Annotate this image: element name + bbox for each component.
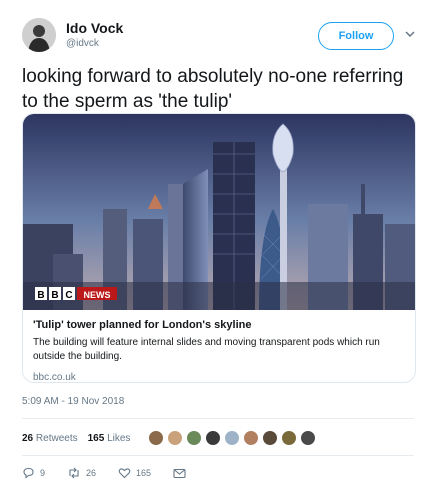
tweet-timestamp[interactable]: 5:09 AM - 19 Nov 2018 bbox=[22, 396, 124, 407]
like-button[interactable]: 165 bbox=[118, 467, 151, 479]
liker-avatar[interactable] bbox=[224, 430, 241, 446]
liker-avatar[interactable] bbox=[167, 430, 184, 446]
likes-count: 165 bbox=[87, 432, 105, 444]
user-handle[interactable]: @idvck bbox=[66, 38, 99, 49]
avatar[interactable] bbox=[22, 18, 56, 52]
tweet-actions: 9 26 165 bbox=[22, 465, 213, 481]
likes-label: Likes bbox=[107, 432, 131, 444]
like-count: 165 bbox=[136, 468, 152, 478]
divider bbox=[22, 455, 414, 456]
retweets-stat[interactable]: 26 Retweets bbox=[22, 433, 78, 444]
envelope-icon bbox=[173, 468, 186, 478]
svg-text:C: C bbox=[65, 290, 72, 301]
retweet-button[interactable]: 26 bbox=[67, 467, 96, 479]
display-name[interactable]: Ido Vock bbox=[66, 20, 123, 36]
reply-count: 9 bbox=[40, 468, 46, 478]
tweet-text: looking forward to absolutely no-one ref… bbox=[22, 66, 404, 112]
reply-icon bbox=[23, 467, 34, 479]
retweet-count: 26 bbox=[86, 468, 97, 478]
card-domain: bbc.co.uk bbox=[33, 372, 76, 383]
svg-text:B: B bbox=[51, 290, 58, 301]
liker-avatar[interactable] bbox=[243, 430, 260, 446]
card-title[interactable]: 'Tulip' tower planned for London's skyli… bbox=[33, 319, 407, 331]
svg-text:NEWS: NEWS bbox=[84, 290, 111, 300]
follow-button[interactable]: Follow bbox=[318, 22, 394, 50]
card-body: 'Tulip' tower planned for London's skyli… bbox=[23, 310, 415, 383]
liker-avatar[interactable] bbox=[262, 430, 279, 446]
liker-avatar[interactable] bbox=[148, 430, 165, 446]
link-card[interactable]: B B C NEWS 'Tulip' tower planned for Lon… bbox=[22, 113, 416, 383]
svg-text:B: B bbox=[37, 290, 44, 301]
tweet-header: Ido Vock @idvck Follow bbox=[22, 16, 416, 56]
retweets-label: Retweets bbox=[35, 432, 78, 444]
liker-avatar[interactable] bbox=[281, 430, 298, 446]
reply-button[interactable]: 9 bbox=[22, 467, 45, 479]
tweet-stats: 26 Retweets 165 Likes bbox=[22, 428, 319, 448]
likes-stat[interactable]: 165 Likes bbox=[88, 433, 131, 444]
liker-avatars bbox=[148, 430, 319, 446]
retweet-icon bbox=[69, 467, 79, 479]
liker-avatar[interactable] bbox=[205, 430, 222, 446]
liker-avatar[interactable] bbox=[186, 430, 203, 446]
chevron-down-icon[interactable] bbox=[404, 28, 416, 40]
retweets-count: 26 bbox=[22, 432, 34, 444]
card-description: The building will feature internal slide… bbox=[33, 337, 380, 362]
direct-message-button[interactable] bbox=[173, 468, 191, 479]
heart-icon bbox=[118, 468, 131, 479]
liker-avatar[interactable] bbox=[300, 430, 317, 446]
article-image: B B C NEWS bbox=[23, 114, 415, 310]
divider bbox=[22, 418, 414, 419]
